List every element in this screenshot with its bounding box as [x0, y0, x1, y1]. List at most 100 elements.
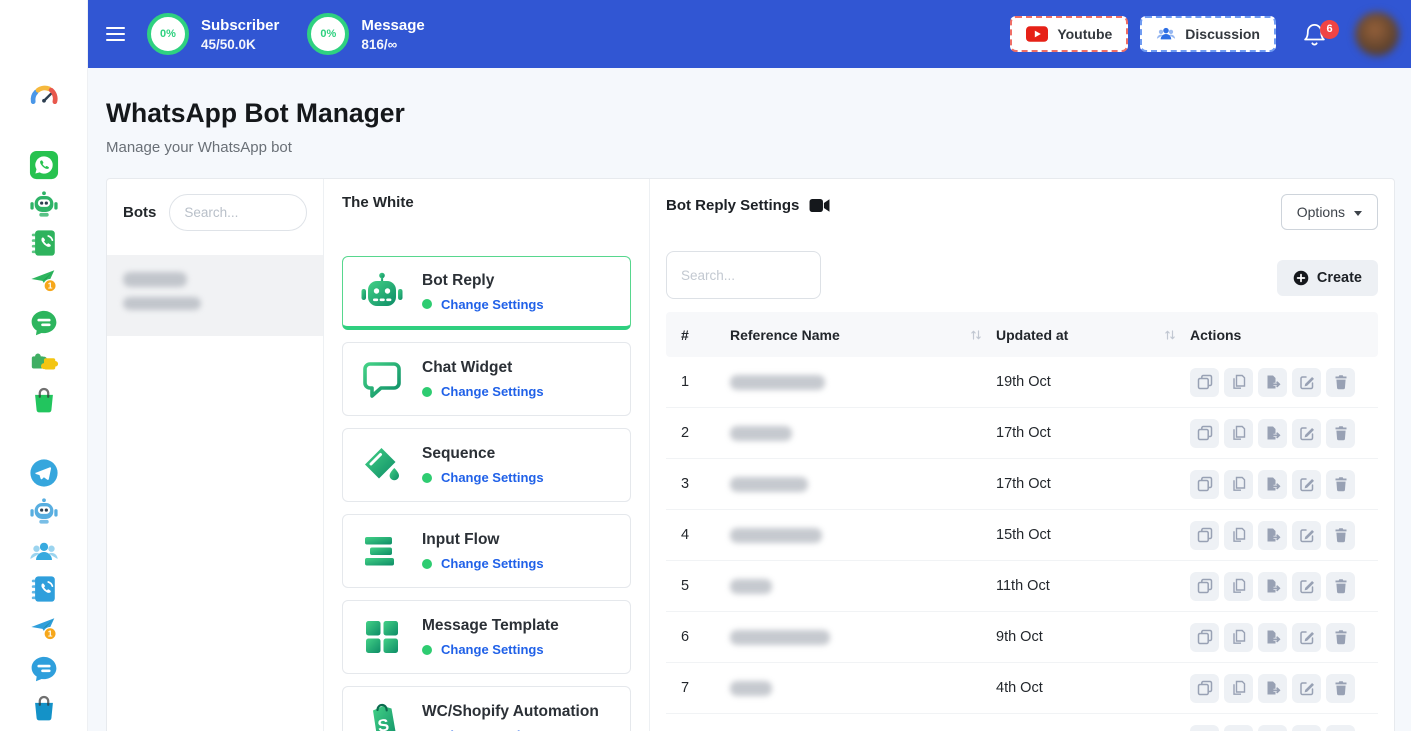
video-tutorial-icon[interactable] [809, 198, 830, 213]
copy-button[interactable] [1224, 725, 1253, 731]
change-settings-link[interactable]: Change Settings [441, 384, 544, 399]
change-settings-link[interactable]: Change Settings [441, 556, 544, 571]
dashboard-gauge-icon[interactable] [29, 82, 59, 112]
edit-button[interactable] [1292, 419, 1321, 448]
duplicate-button[interactable] [1190, 368, 1219, 397]
options-button-label: Options [1297, 204, 1345, 220]
discussion-button[interactable]: Discussion [1140, 16, 1276, 52]
whatsapp-broadcast-plane-icon[interactable] [29, 266, 59, 296]
copy-button[interactable] [1224, 470, 1253, 499]
copy-button[interactable] [1224, 521, 1253, 550]
edit-button[interactable] [1292, 572, 1321, 601]
copy-icon [1231, 680, 1247, 696]
delete-button[interactable] [1326, 470, 1355, 499]
export-icon [1265, 374, 1281, 390]
edit-button[interactable] [1292, 368, 1321, 397]
copy-icon [1231, 629, 1247, 645]
telegram-broadcast-plane-icon[interactable] [29, 614, 59, 644]
whatsapp-icon[interactable] [29, 150, 59, 180]
row-updated-at: 9th Oct [996, 629, 1043, 645]
delete-button[interactable] [1326, 725, 1355, 731]
delete-button[interactable] [1326, 623, 1355, 652]
copy-button[interactable] [1224, 419, 1253, 448]
duplicate-button[interactable] [1190, 725, 1219, 731]
export-icon [1265, 425, 1281, 441]
delete-button[interactable] [1326, 521, 1355, 550]
integrations-puzzle-icon[interactable] [29, 346, 59, 376]
delete-button[interactable] [1326, 572, 1355, 601]
change-settings-link[interactable]: Change Settings [441, 297, 544, 312]
trash-icon [1333, 476, 1349, 492]
status-dot [422, 473, 432, 483]
telegram-chat-bubble-icon[interactable] [29, 654, 59, 684]
subscriber-stat: 0% Subscriber 45/50.0K [147, 13, 279, 55]
sort-icon[interactable] [970, 329, 982, 341]
whatsapp-bot-icon[interactable] [29, 189, 59, 219]
notifications-bell-icon[interactable]: 6 [1302, 22, 1327, 47]
export-button[interactable] [1258, 470, 1287, 499]
table-search-input[interactable] [666, 251, 821, 299]
change-settings-link[interactable]: Change Settings [441, 470, 544, 485]
plus-circle-icon [1293, 270, 1309, 286]
settings-card-label: WC/Shopify Automation [422, 703, 599, 721]
bot-reply-table: # Reference Name Updated at Actions 1 [666, 312, 1378, 731]
app-sidebar [0, 0, 88, 731]
duplicate-button[interactable] [1190, 572, 1219, 601]
bots-search-input[interactable] [169, 194, 307, 231]
change-settings-link[interactable]: Change Settings [441, 642, 544, 657]
youtube-button[interactable]: Youtube [1010, 16, 1128, 52]
sort-icon[interactable] [1164, 329, 1176, 341]
export-button[interactable] [1258, 725, 1287, 731]
delete-button[interactable] [1326, 419, 1355, 448]
copy-button[interactable] [1224, 368, 1253, 397]
duplicate-button[interactable] [1190, 623, 1219, 652]
edit-button[interactable] [1292, 623, 1321, 652]
youtube-button-label: Youtube [1057, 26, 1112, 42]
whatsapp-contacts-book-icon[interactable] [29, 228, 59, 258]
settings-card-bot-reply[interactable]: Bot Reply Change Settings [342, 256, 631, 330]
settings-card-chat-widget[interactable]: Chat Widget Change Settings [342, 342, 631, 416]
duplicate-button[interactable] [1190, 521, 1219, 550]
edit-button[interactable] [1292, 674, 1321, 703]
row-number: 3 [681, 476, 730, 492]
redacted-reference-name [730, 477, 808, 492]
telegram-bot-icon[interactable] [29, 496, 59, 526]
settings-card-sequence[interactable]: Sequence Change Settings [342, 428, 631, 502]
telegram-icon[interactable] [29, 458, 59, 488]
edit-button[interactable] [1292, 725, 1321, 731]
telegram-shop-bag-icon[interactable] [29, 693, 59, 723]
delete-button[interactable] [1326, 674, 1355, 703]
export-button[interactable] [1258, 623, 1287, 652]
row-number: 6 [681, 629, 730, 645]
whatsapp-chat-bubble-icon[interactable] [29, 308, 59, 338]
export-button[interactable] [1258, 572, 1287, 601]
export-button[interactable] [1258, 521, 1287, 550]
options-button[interactable]: Options [1281, 194, 1378, 230]
bot-reply-settings-panel: Bot Reply Settings Options Create # Refe [650, 179, 1394, 731]
settings-card-input-flow[interactable]: Input Flow Change Settings [342, 514, 631, 588]
copy-button[interactable] [1224, 572, 1253, 601]
export-button[interactable] [1258, 368, 1287, 397]
create-button[interactable]: Create [1277, 260, 1378, 296]
telegram-contacts-book-icon[interactable] [29, 574, 59, 604]
telegram-group-people-icon[interactable] [29, 537, 59, 567]
whatsapp-shop-bag-icon[interactable] [29, 385, 59, 415]
table-row: 7 4th Oct [666, 663, 1378, 714]
trash-icon [1333, 629, 1349, 645]
settings-card-message-template[interactable]: Message Template Change Settings [342, 600, 631, 674]
duplicate-button[interactable] [1190, 419, 1219, 448]
copy-button[interactable] [1224, 623, 1253, 652]
delete-button[interactable] [1326, 368, 1355, 397]
table-row: 5 11th Oct [666, 561, 1378, 612]
duplicate-button[interactable] [1190, 470, 1219, 499]
bot-list-item-selected[interactable] [107, 255, 323, 336]
duplicate-button[interactable] [1190, 674, 1219, 703]
edit-button[interactable] [1292, 470, 1321, 499]
user-avatar[interactable] [1355, 12, 1399, 56]
export-button[interactable] [1258, 674, 1287, 703]
menu-toggle-icon[interactable] [106, 23, 125, 45]
edit-button[interactable] [1292, 521, 1321, 550]
copy-button[interactable] [1224, 674, 1253, 703]
export-button[interactable] [1258, 419, 1287, 448]
settings-card-wc-shopify[interactable]: WC/Shopify Automation Change Settings [342, 686, 631, 731]
